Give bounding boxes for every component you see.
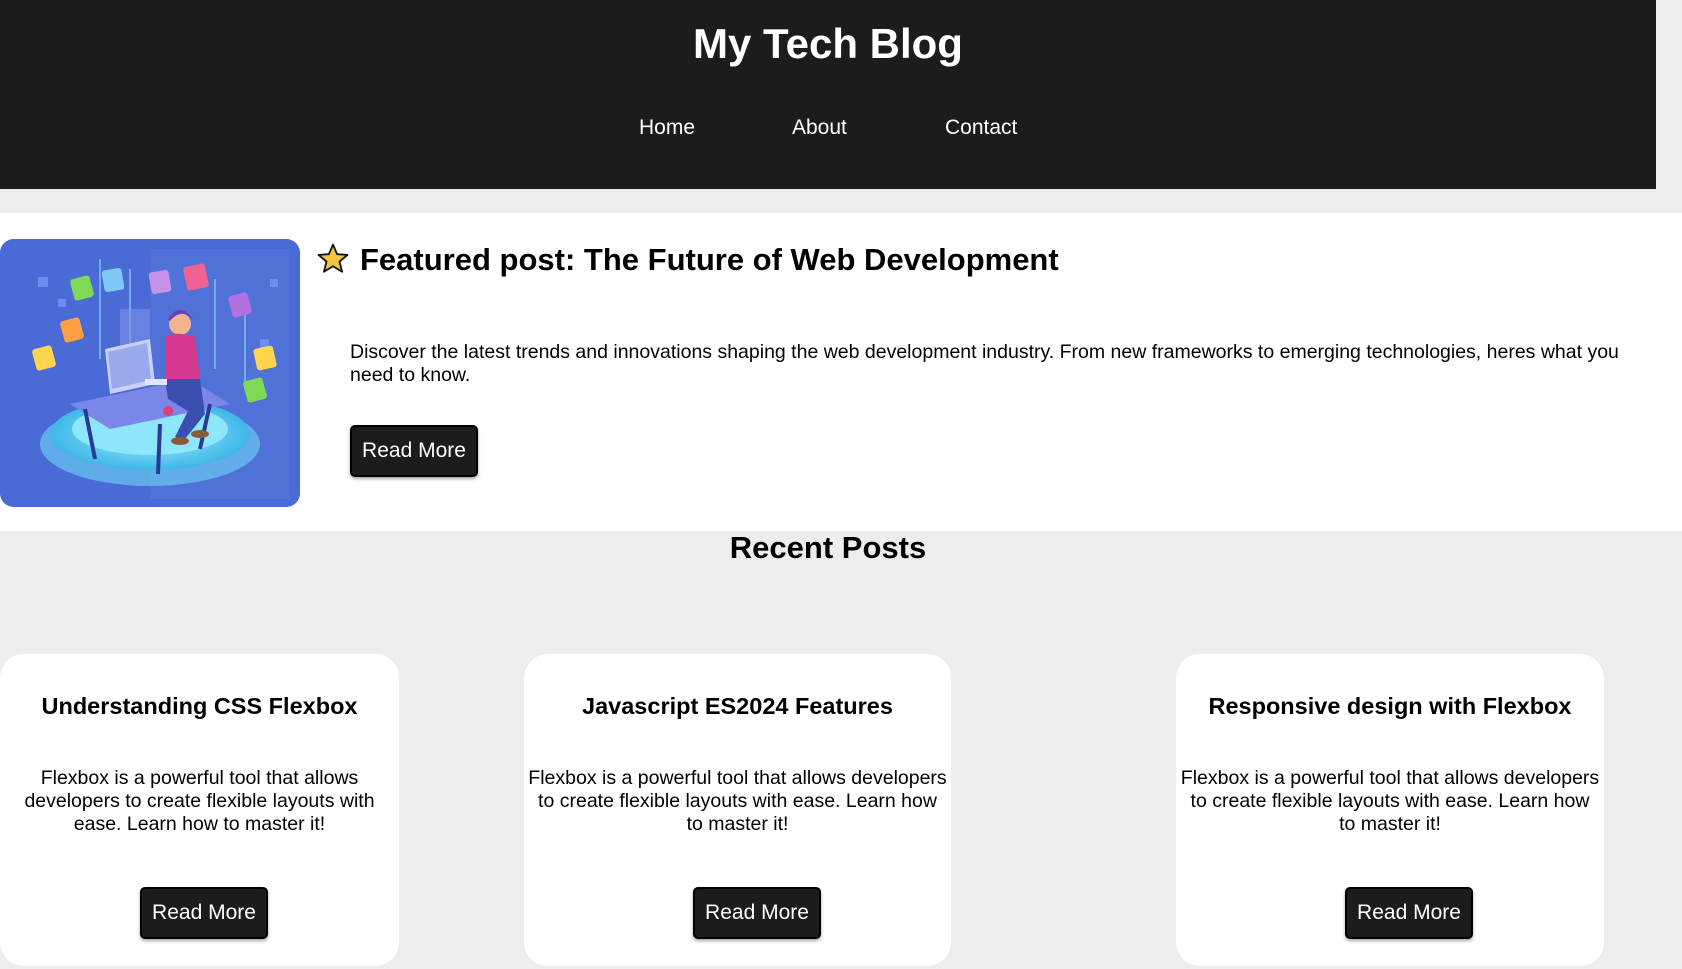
featured-post-title-text: Featured post: The Future of Web Develop… <box>360 242 1059 277</box>
featured-read-more-button[interactable]: Read More <box>350 425 478 477</box>
post-card-excerpt: Flexbox is a powerful tool that allows d… <box>1180 767 1600 835</box>
post-card: Responsive design with Flexbox Flexbox i… <box>1176 654 1604 966</box>
post-card-excerpt: Flexbox is a powerful tool that allows d… <box>528 767 947 835</box>
featured-post-title: Featured post: The Future of Web Develop… <box>316 240 1059 286</box>
post-card-excerpt: Flexbox is a powerful tool that allows d… <box>24 767 375 835</box>
post-card: Understanding CSS Flexbox Flexbox is a p… <box>0 654 399 966</box>
nav-link-about[interactable]: About <box>792 113 847 143</box>
post-card: Javascript ES2024 Features Flexbox is a … <box>524 654 951 966</box>
post-read-more-button[interactable]: Read More <box>693 887 821 939</box>
main-nav: Home About Contact <box>0 113 1656 143</box>
featured-post-excerpt: Discover the latest trends and innovatio… <box>350 341 1619 386</box>
post-card-title: Understanding CSS Flexbox <box>41 693 358 719</box>
post-card-title: Responsive design with Flexbox <box>1208 693 1572 719</box>
featured-post-image <box>0 239 300 507</box>
nav-link-contact[interactable]: Contact <box>945 113 1017 143</box>
featured-post: Featured post: The Future of Web Develop… <box>0 213 1682 531</box>
recent-posts-heading: Recent Posts <box>729 530 927 565</box>
site-header: My Tech Blog Home About Contact <box>0 0 1656 189</box>
post-card-title: Javascript ES2024 Features <box>582 693 893 719</box>
post-read-more-button[interactable]: Read More <box>1345 887 1473 939</box>
star-icon <box>316 242 350 286</box>
site-title: My Tech Blog <box>693 20 963 67</box>
nav-link-home[interactable]: Home <box>639 113 695 143</box>
post-read-more-button[interactable]: Read More <box>140 887 268 939</box>
